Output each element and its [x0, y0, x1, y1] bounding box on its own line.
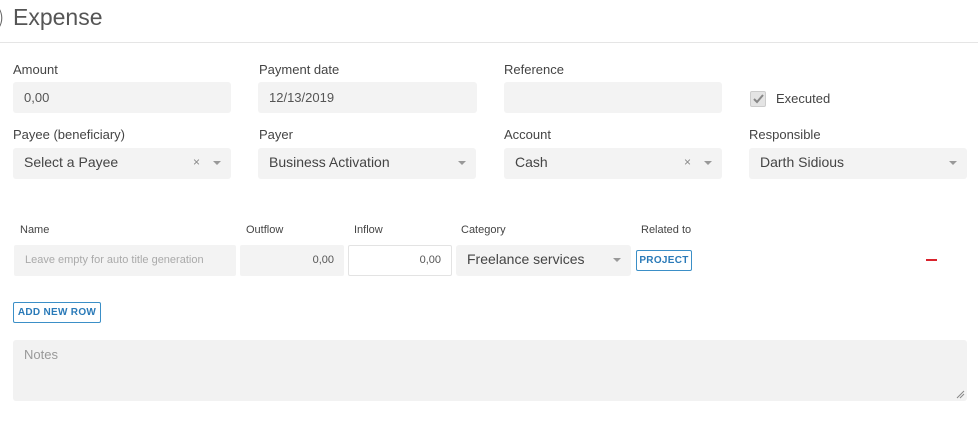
payee-select[interactable]: Select a Payee × [13, 148, 231, 179]
page-header: ) Expense [0, 0, 978, 43]
responsible-label: Responsible [749, 127, 821, 142]
caret-down-icon [213, 161, 221, 165]
caret-down-icon [949, 161, 957, 165]
clear-icon[interactable]: × [193, 148, 200, 176]
payment-date-label: Payment date [259, 62, 340, 77]
row-category-value: Freelance services [467, 251, 585, 267]
row-inflow-input[interactable]: 0,00 [348, 245, 452, 276]
notes-textarea[interactable]: Notes [13, 340, 967, 401]
column-header-inflow: Inflow [354, 224, 383, 236]
page-title: Expense [13, 4, 103, 30]
project-button[interactable]: PROJECT [636, 250, 692, 271]
reference-input[interactable] [504, 82, 722, 113]
resize-grip-icon[interactable] [956, 390, 965, 399]
executed-label: Executed [776, 91, 831, 106]
payment-date-input[interactable]: 12/13/2019 [258, 82, 477, 113]
row-category-select[interactable]: Freelance services [456, 245, 631, 276]
add-new-row-button[interactable]: ADD NEW ROW [13, 302, 101, 323]
account-value: Cash [515, 154, 548, 170]
amount-label: Amount [13, 62, 58, 77]
caret-down-icon [613, 258, 621, 262]
column-header-related: Related to [641, 224, 692, 236]
responsible-value: Darth Sidious [760, 154, 845, 170]
payee-value: Select a Payee [24, 154, 119, 170]
row-outflow-input[interactable]: 0,00 [240, 245, 344, 276]
account-label: Account [504, 127, 551, 142]
caret-down-icon [458, 161, 466, 165]
notes-placeholder: Notes [24, 347, 58, 362]
payer-select[interactable]: Business Activation [258, 148, 476, 179]
payer-value: Business Activation [269, 154, 390, 170]
executed-checkbox[interactable] [750, 91, 766, 107]
payee-label: Payee (beneficiary) [13, 127, 125, 142]
back-icon[interactable]: ) [0, 6, 5, 31]
caret-down-icon [704, 161, 712, 165]
checkmark-icon [753, 94, 764, 104]
account-select[interactable]: Cash × [504, 148, 722, 179]
row-name-input[interactable]: Leave empty for auto title generation [14, 245, 236, 276]
amount-input[interactable]: 0,00 [13, 82, 231, 113]
payer-label: Payer [259, 127, 293, 142]
clear-icon[interactable]: × [684, 148, 691, 176]
column-header-name: Name [20, 224, 50, 236]
minus-icon[interactable] [926, 259, 937, 261]
responsible-select[interactable]: Darth Sidious [749, 148, 967, 179]
column-header-category: Category [461, 224, 506, 236]
column-header-outflow: Outflow [246, 224, 284, 236]
reference-label: Reference [504, 62, 564, 77]
